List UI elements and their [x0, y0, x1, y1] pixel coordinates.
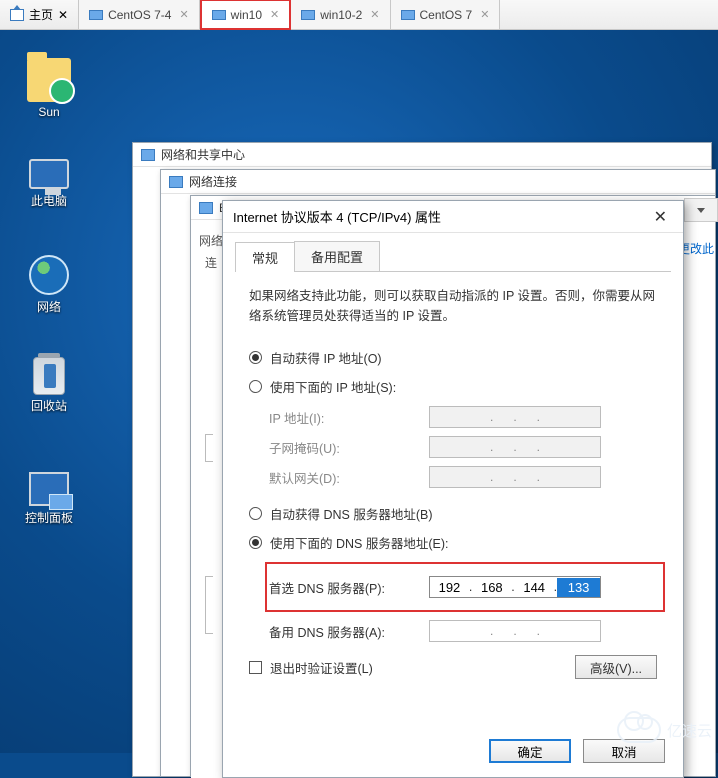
vm-icon [401, 10, 415, 20]
toolbar-overflow[interactable] [684, 198, 718, 222]
ip-fields: IP 地址(I): ... 子网掩码(U): ... 默认网关(D): ... [269, 406, 657, 488]
tab-label: win10 [231, 8, 262, 22]
dialog-body: 如果网络支持此功能，则可以获取自动指派的 IP 设置。否则，你需要从网络系统管理… [223, 272, 683, 689]
control-panel-icon [29, 472, 69, 506]
tab-centos7-4[interactable]: CentOS 7-4 ✕ [79, 0, 200, 29]
icon-label: Sun [13, 105, 85, 119]
eth-stub [191, 220, 224, 778]
dns-fields: 首选 DNS 服务器(P): 192. 168. 144. 133 备用 DNS… [269, 562, 657, 642]
tab-alternate[interactable]: 备用配置 [294, 241, 380, 271]
network-icon [29, 255, 69, 295]
ok-button[interactable]: 确定 [489, 739, 571, 763]
cloud-icon [617, 717, 661, 743]
subnet-mask-label: 子网掩码(U): [269, 438, 429, 457]
default-gateway-input: ... [429, 466, 601, 488]
desktop-icon-sun[interactable]: Sun [13, 58, 85, 119]
window-title: 网络和共享中心 [161, 146, 245, 163]
icon-label: 控制面板 [13, 509, 85, 526]
ip-address-input: ... [429, 406, 601, 428]
vm-tabbar: 主页 ✕ CentOS 7-4 ✕ win10 ✕ win10-2 ✕ Cent… [0, 0, 718, 30]
tab-home-label: 主页 [29, 6, 53, 23]
window-icon [169, 176, 183, 188]
highlight-box: 首选 DNS 服务器(P): 192. 168. 144. 133 [265, 562, 665, 612]
dialog-titlebar[interactable]: Internet 协议版本 4 (TCP/IPv4) 属性 ✕ [223, 201, 683, 233]
desktop-icon-network[interactable]: 网络 [13, 255, 85, 315]
titlebar[interactable]: 网络和共享中心 [133, 143, 711, 167]
desktop-icon-this-pc[interactable]: 此电脑 [13, 155, 85, 209]
dialog-title: Internet 协议版本 4 (TCP/IPv4) 属性 [233, 207, 441, 226]
titlebar[interactable]: 网络连接 [161, 170, 715, 194]
close-icon[interactable]: ✕ [270, 8, 279, 21]
radio-ip-auto[interactable]: 自动获得 IP 地址(O) [249, 348, 657, 367]
dns-octet-2[interactable]: 168 [472, 580, 511, 595]
watermark: 亿速云 [617, 717, 712, 743]
radio-icon [249, 380, 262, 393]
window-title: 网络连接 [189, 173, 237, 190]
ip-address-label: IP 地址(I): [269, 408, 429, 427]
tab-label: win10-2 [320, 8, 362, 22]
vm-icon [301, 10, 315, 20]
this-pc-icon [29, 159, 69, 189]
dns-octet-1[interactable]: 192 [430, 580, 469, 595]
dialog-description: 如果网络支持此功能，则可以获取自动指派的 IP 设置。否则，你需要从网络系统管理… [249, 286, 657, 326]
home-icon [10, 9, 24, 21]
radio-label: 使用下面的 IP 地址(S): [270, 377, 396, 396]
tab-win10[interactable]: win10 ✕ [200, 0, 292, 30]
eth-list-frag [205, 434, 213, 462]
radio-dns-manual[interactable]: 使用下面的 DNS 服务器地址(E): [249, 533, 657, 552]
alternate-dns-label: 备用 DNS 服务器(A): [269, 622, 429, 641]
desktop-icon-recycle-bin[interactable]: 回收站 [13, 355, 85, 414]
chevron-down-icon [697, 208, 705, 213]
close-icon[interactable]: ✕ [370, 8, 379, 21]
alternate-dns-input[interactable]: ... [429, 620, 601, 642]
radio-label: 自动获得 IP 地址(O) [270, 348, 382, 367]
icon-label: 网络 [13, 298, 85, 315]
radio-label: 使用下面的 DNS 服务器地址(E): [270, 533, 448, 552]
close-icon[interactable]: ✕ [480, 8, 489, 21]
adapter-icon [199, 202, 213, 214]
dialog-ipv4-properties: Internet 协议版本 4 (TCP/IPv4) 属性 ✕ 常规 备用配置 … [222, 200, 684, 778]
folder-user-icon [27, 58, 71, 102]
radio-icon [249, 536, 262, 549]
tab-general[interactable]: 常规 [235, 242, 295, 272]
vm-icon [212, 10, 226, 20]
preferred-dns-label: 首选 DNS 服务器(P): [269, 578, 429, 597]
checkbox-icon[interactable] [249, 661, 262, 674]
close-icon[interactable]: ✕ [58, 8, 68, 22]
close-button[interactable]: ✕ [648, 205, 673, 229]
dns-octet-4[interactable]: 133 [557, 578, 600, 597]
tab-label: CentOS 7 [420, 8, 473, 22]
desktop-icon-control-panel[interactable]: 控制面板 [13, 470, 85, 526]
recycle-bin-icon [33, 357, 65, 395]
window-icon [141, 149, 155, 161]
tab-win10-2[interactable]: win10-2 ✕ [291, 0, 390, 29]
default-gateway-label: 默认网关(D): [269, 468, 429, 487]
eth-note: 连 [205, 254, 217, 271]
dialog-tabs: 常规 备用配置 [235, 241, 671, 272]
close-icon[interactable]: ✕ [179, 8, 188, 21]
eth-tab-label[interactable]: 网络 [199, 232, 224, 249]
radio-ip-manual[interactable]: 使用下面的 IP 地址(S): [249, 377, 657, 396]
eth-list-frag2 [205, 576, 213, 634]
preferred-dns-input[interactable]: 192. 168. 144. 133 [429, 576, 601, 598]
vm-icon [89, 10, 103, 20]
icon-label: 回收站 [13, 397, 85, 414]
radio-icon [249, 507, 262, 520]
radio-icon [249, 351, 262, 364]
radio-label: 自动获得 DNS 服务器地址(B) [270, 504, 433, 523]
watermark-text: 亿速云 [667, 720, 712, 741]
radio-dns-auto[interactable]: 自动获得 DNS 服务器地址(B) [249, 504, 657, 523]
advanced-button[interactable]: 高级(V)... [575, 655, 657, 679]
tab-centos7[interactable]: CentOS 7 ✕ [391, 0, 501, 29]
guest-desktop: Sun 此电脑 网络 回收站 控制面板 网络和共享中心 网络连接 Etherne… [0, 30, 718, 753]
tab-home[interactable]: 主页 ✕ [0, 0, 79, 29]
validate-label: 退出时验证设置(L) [270, 658, 373, 677]
subnet-mask-input: ... [429, 436, 601, 458]
tab-label: CentOS 7-4 [108, 8, 171, 22]
dns-octet-3[interactable]: 144 [515, 580, 554, 595]
